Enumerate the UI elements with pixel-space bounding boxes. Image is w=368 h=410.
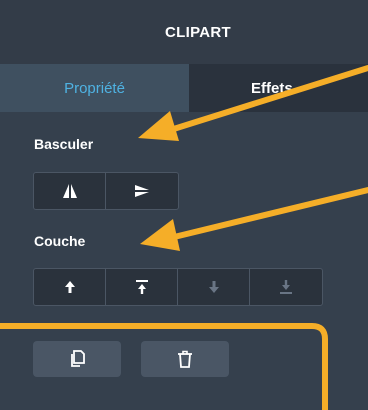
duplicate-icon xyxy=(71,350,85,367)
arrow-down-icon xyxy=(208,281,219,293)
bring-to-front-button[interactable] xyxy=(106,269,178,305)
move-up-button[interactable] xyxy=(34,269,106,305)
tab-effets[interactable]: Effets xyxy=(189,64,368,112)
panel-title: CLIPART xyxy=(165,23,231,41)
send-to-back-button[interactable] xyxy=(250,269,322,305)
couche-label: Couche xyxy=(34,233,86,249)
tab-bar: Propriété Effets xyxy=(0,64,368,112)
move-down-button[interactable] xyxy=(178,269,250,305)
trash-icon xyxy=(178,350,192,368)
tab-propriete[interactable]: Propriété xyxy=(0,64,189,112)
basculer-button-group xyxy=(33,172,179,210)
clipart-panel: CLIPART Propriété Effets Basculer Couche xyxy=(0,0,368,410)
flip-horizontal-icon xyxy=(62,184,77,198)
bring-to-front-icon xyxy=(135,280,148,294)
basculer-label: Basculer xyxy=(34,136,94,152)
panel-header: CLIPART xyxy=(0,0,368,64)
flip-horizontal-button[interactable] xyxy=(34,173,106,209)
delete-button[interactable] xyxy=(141,341,229,377)
couche-button-group xyxy=(33,268,323,306)
flip-vertical-icon xyxy=(135,185,149,197)
flip-vertical-button[interactable] xyxy=(106,173,178,209)
send-to-back-icon xyxy=(280,280,292,294)
duplicate-button[interactable] xyxy=(33,341,121,377)
arrow-up-icon xyxy=(64,281,75,293)
